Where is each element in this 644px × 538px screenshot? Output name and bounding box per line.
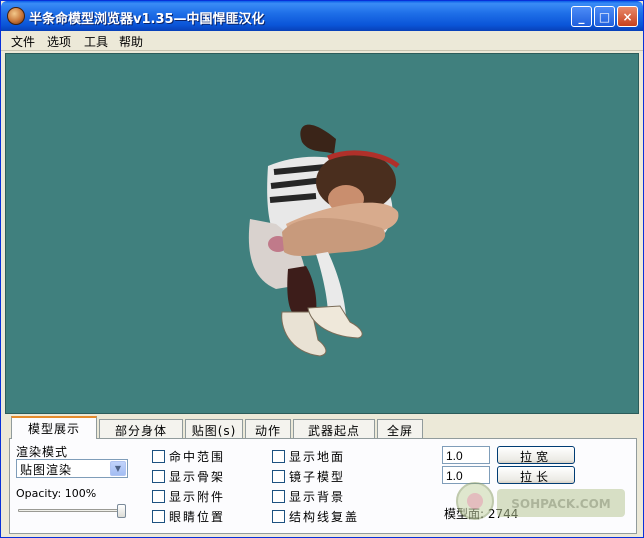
checkbox-label: 眼睛位置 <box>169 510 226 524</box>
checkbox-label: 结构线复盖 <box>289 510 360 524</box>
menu-options[interactable]: 选项 <box>47 33 71 50</box>
checkbox-eye-position[interactable]: 眼睛位置 <box>152 508 225 525</box>
checkbox-attachments[interactable]: 显示附件 <box>152 488 225 505</box>
render-mode-select[interactable]: 贴图渲染 ▼ <box>16 459 128 478</box>
checkbox-label: 命中范围 <box>169 450 226 464</box>
checkbox-label: 显示背景 <box>289 490 346 504</box>
tab-fullscreen[interactable]: 全屏 <box>377 419 423 438</box>
watermark-text: SOHPACK.COM <box>511 497 610 511</box>
maximize-button[interactable]: □ <box>594 6 615 27</box>
opacity-label: Opacity: 100% <box>16 487 97 500</box>
checkbox-box[interactable] <box>272 450 285 463</box>
title-bar[interactable]: 半条命模型浏览器v1.35—中国悍匪汉化 _ □ × <box>1 1 643 31</box>
model-viewport[interactable] <box>5 53 639 414</box>
checkbox-box[interactable] <box>152 450 165 463</box>
checkbox-box[interactable] <box>152 510 165 523</box>
model-figure <box>248 124 400 357</box>
tab-body-parts[interactable]: 部分身体 <box>99 419 183 438</box>
checkbox-skeleton[interactable]: 显示骨架 <box>152 468 225 485</box>
menu-tools[interactable]: 工具 <box>84 33 108 50</box>
tab-strip: 模型展示 部分身体 贴图(s) 动作 武器起点 全屏 <box>9 416 639 439</box>
watermark-logo: SOHPACK.COM <box>453 471 629 531</box>
checkbox-label: 显示地面 <box>289 450 346 464</box>
stretch-width-button[interactable]: 拉宽 <box>497 446 575 464</box>
chevron-down-icon[interactable]: ▼ <box>110 461 126 476</box>
render-mode-value: 贴图渲染 <box>20 463 73 477</box>
app-window: 半条命模型浏览器v1.35—中国悍匪汉化 _ □ × 文件 选项 工具 帮助 模… <box>0 0 644 538</box>
app-icon[interactable] <box>7 7 25 25</box>
checkbox-wireframe-overlay[interactable]: 结构线复盖 <box>272 508 359 525</box>
opacity-slider-track[interactable] <box>18 509 126 512</box>
tab-animations[interactable]: 动作 <box>245 419 291 438</box>
checkbox-show-ground[interactable]: 显示地面 <box>272 448 345 465</box>
checkbox-mirror-model[interactable]: 镜子模型 <box>272 468 345 485</box>
width-scale-input[interactable] <box>442 446 490 464</box>
checkbox-show-background[interactable]: 显示背景 <box>272 488 345 505</box>
checkbox-label: 镜子模型 <box>289 470 346 484</box>
minimize-button[interactable]: _ <box>571 6 592 27</box>
opacity-slider-thumb[interactable] <box>117 504 126 518</box>
checkbox-box[interactable] <box>152 470 165 483</box>
checkbox-label: 显示附件 <box>169 490 226 504</box>
checkbox-box[interactable] <box>272 510 285 523</box>
checkbox-box[interactable] <box>272 490 285 503</box>
menu-help[interactable]: 帮助 <box>119 33 143 50</box>
window-title: 半条命模型浏览器v1.35—中国悍匪汉化 <box>29 12 265 27</box>
checkbox-label: 显示骨架 <box>169 470 226 484</box>
checkbox-hitbox[interactable]: 命中范围 <box>152 448 225 465</box>
checkbox-box[interactable] <box>272 470 285 483</box>
tab-model-display[interactable]: 模型展示 <box>11 416 97 439</box>
checkbox-box[interactable] <box>152 490 165 503</box>
close-button[interactable]: × <box>617 6 638 27</box>
tab-textures[interactable]: 贴图(s) <box>185 419 243 438</box>
tab-weapon-origin[interactable]: 武器起点 <box>293 419 375 438</box>
render-mode-label: 渲染模式 <box>16 445 69 459</box>
menu-file[interactable]: 文件 <box>11 33 35 50</box>
menu-bar: 文件 选项 工具 帮助 <box>1 31 643 51</box>
